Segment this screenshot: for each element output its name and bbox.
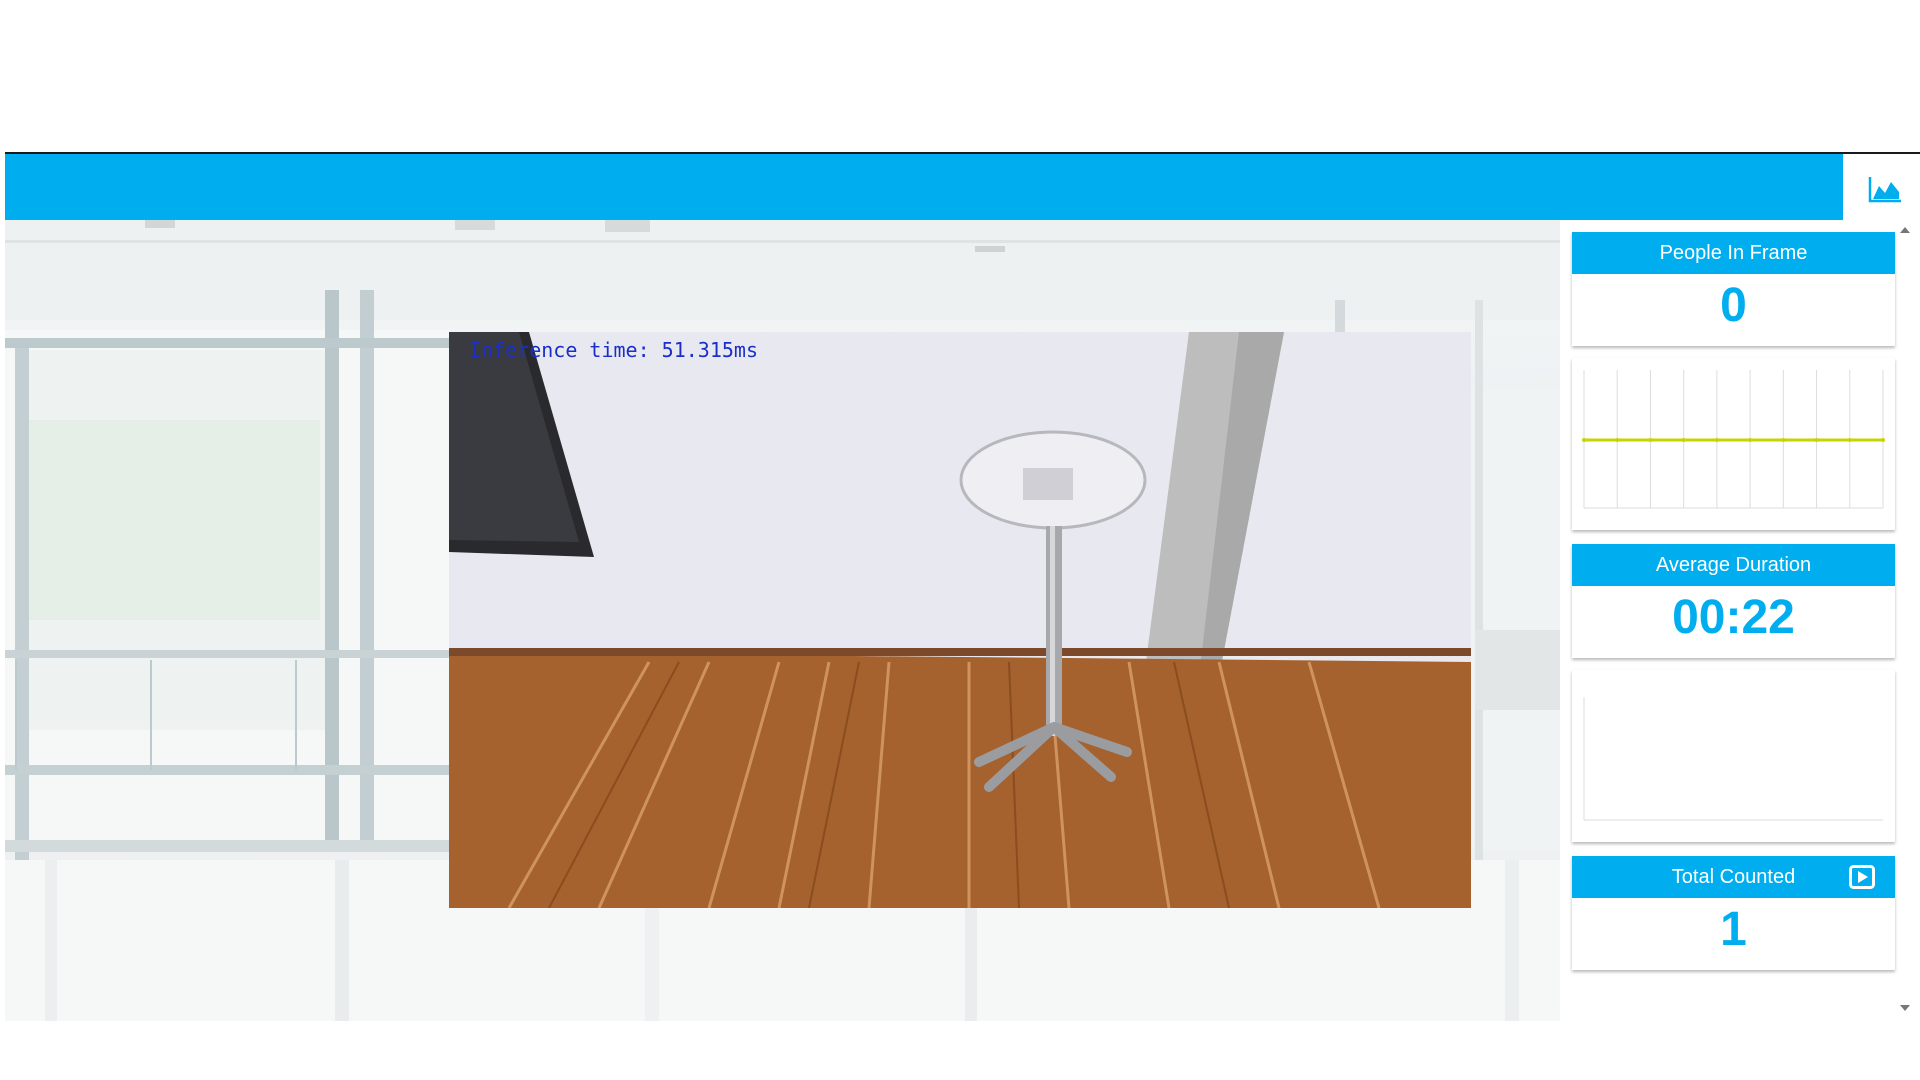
scroll-down-arrow[interactable] xyxy=(1900,1005,1910,1011)
chart-point xyxy=(1714,438,1719,442)
total-counted-card: Total Counted 1 xyxy=(1572,856,1895,970)
average-duration-chart xyxy=(1583,697,1883,821)
total-counted-header: Total Counted xyxy=(1572,856,1895,898)
chart-point xyxy=(1582,438,1586,442)
video-feed: Inference time: 51.315ms xyxy=(449,332,1471,908)
total-counted-title: Total Counted xyxy=(1671,865,1796,888)
chart-point xyxy=(1814,438,1819,442)
people-chart-card xyxy=(1572,358,1895,530)
chart-point xyxy=(1847,438,1852,442)
duration-chart-card xyxy=(1572,670,1895,842)
chart-point xyxy=(1748,438,1753,442)
chart-point xyxy=(1615,438,1620,442)
area-chart-icon[interactable] xyxy=(1867,174,1903,204)
top-bar xyxy=(5,154,1843,220)
stats-sidebar: People In Frame 0 Average Duration 00:22… xyxy=(1572,232,1895,1022)
average-duration-card: Average Duration 00:22 xyxy=(1572,544,1895,658)
average-duration-value: 00:22 xyxy=(1672,591,1795,644)
people-in-frame-card: People In Frame 0 xyxy=(1572,232,1895,346)
inference-time-label: Inference time: 51.315ms xyxy=(469,338,758,362)
scrollbar[interactable] xyxy=(1898,225,1912,1020)
people-in-frame-value: 0 xyxy=(1720,279,1747,332)
play-square-icon[interactable] xyxy=(1849,865,1875,889)
people-in-frame-title: People In Frame xyxy=(1572,232,1895,274)
top-bar-right xyxy=(1843,154,1920,220)
scroll-up-arrow[interactable] xyxy=(1900,227,1910,233)
total-counted-value: 1 xyxy=(1720,903,1747,956)
average-duration-title: Average Duration xyxy=(1572,544,1895,586)
chart-point xyxy=(1648,438,1653,442)
people-in-frame-chart xyxy=(1582,370,1885,509)
chart-point xyxy=(1781,438,1786,442)
chart-point xyxy=(1681,438,1686,442)
chart-point xyxy=(1881,438,1885,442)
